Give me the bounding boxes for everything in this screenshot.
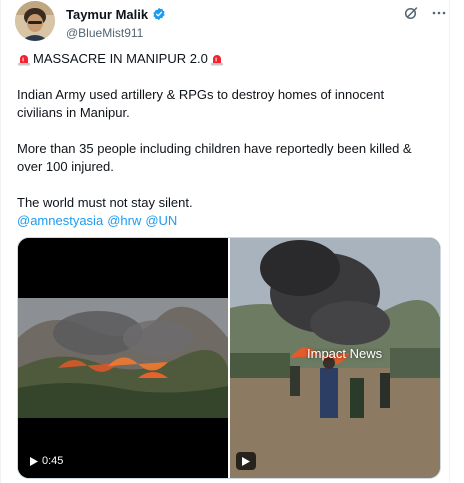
play-icon [242, 456, 250, 466]
tweet-text: MASSACRE IN MANIPUR 2.0 Indian Army used… [17, 50, 427, 230]
author-display-name[interactable]: Taymur Malik [66, 7, 148, 22]
tweet-paragraph-2: More than 35 people including children h… [17, 141, 412, 174]
video-right[interactable]: Impact News [230, 238, 440, 478]
timeline-left-border [0, 0, 1, 483]
play-icon [30, 456, 38, 466]
video-duration-badge: 0:45 [24, 452, 70, 470]
police-siren-icon [18, 55, 30, 66]
more-options-icon[interactable] [432, 6, 446, 20]
video-left-thumbnail [18, 238, 228, 478]
police-siren-icon [210, 55, 223, 66]
video-left[interactable]: 0:45 [18, 238, 228, 478]
author-handle[interactable]: @BlueMist911 [66, 26, 366, 40]
timeline-right-border [449, 0, 450, 483]
mention-link[interactable]: @UN [145, 213, 177, 228]
avatar-image [15, 1, 55, 41]
mention-link[interactable]: @amnestyasia [17, 213, 103, 228]
tweet-headline: MASSACRE IN MANIPUR 2.0 [33, 51, 208, 66]
tweet-media: 0:45 Impact News [17, 237, 441, 479]
tweet-header: Taymur Malik @BlueMist911 [66, 6, 366, 40]
tweet-headline-line: MASSACRE IN MANIPUR 2.0 [17, 50, 427, 68]
avatar[interactable] [15, 1, 55, 41]
mention-link[interactable]: @hrw [107, 213, 141, 228]
tweet-paragraph-3: The world must not stay silent. [17, 195, 193, 210]
tweet-mentions: @amnestyasia @hrw @UN [17, 212, 427, 230]
video-duration: 0:45 [42, 455, 64, 467]
verified-badge-icon[interactable] [152, 7, 166, 21]
grok-icon[interactable] [404, 6, 418, 20]
video-play-badge [236, 452, 256, 470]
tweet-paragraph-1: Indian Army used artillery & RPGs to des… [17, 87, 385, 120]
tweet-top-actions [404, 6, 446, 20]
video-watermark: Impact News [307, 346, 383, 361]
